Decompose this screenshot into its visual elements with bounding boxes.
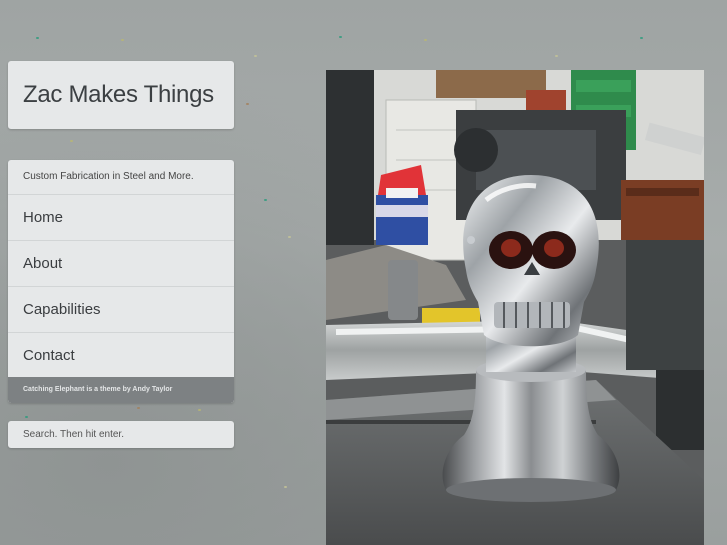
background-speck (36, 37, 39, 39)
nav-about[interactable]: About (8, 241, 234, 287)
background-speck (284, 486, 287, 488)
skull-knob-illustration (326, 70, 704, 545)
site-title-box: Zac Makes Things (8, 61, 234, 129)
site-title[interactable]: Zac Makes Things (23, 81, 214, 109)
background-speck (246, 103, 249, 105)
background-speck (121, 39, 124, 41)
background-speck (25, 416, 28, 418)
background-speck (555, 55, 558, 57)
theme-credit[interactable]: Catching Elephant is a theme by Andy Tay… (8, 377, 234, 403)
navigation-panel: Custom Fabrication in Steel and More. Ho… (8, 160, 234, 403)
background-speck (70, 140, 73, 142)
site-tagline: Custom Fabrication in Steel and More. (8, 160, 234, 195)
nav-home[interactable]: Home (8, 195, 234, 241)
background-speck (137, 407, 140, 409)
nav-contact[interactable]: Contact (8, 333, 234, 379)
background-speck (264, 199, 267, 201)
background-speck (254, 55, 257, 57)
background-speck (339, 36, 342, 38)
nav-capabilities[interactable]: Capabilities (8, 287, 234, 333)
background-speck (424, 39, 427, 41)
search-box (8, 421, 234, 448)
background-speck (198, 409, 201, 411)
background-speck (640, 37, 643, 39)
featured-photo[interactable] (326, 70, 704, 545)
background-speck (288, 236, 291, 238)
search-input[interactable] (8, 421, 234, 448)
